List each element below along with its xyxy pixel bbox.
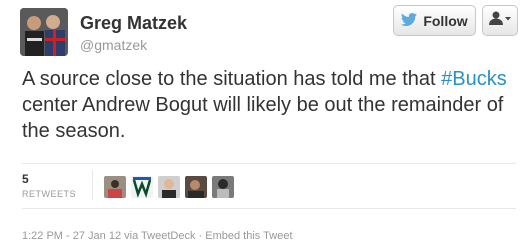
tweet-footer: 1:22 PM - 27 Jan 12 via TweetDeck · Embe…	[22, 230, 293, 242]
twitter-bird-icon	[401, 12, 418, 29]
retweeter-avatar[interactable]	[104, 176, 126, 198]
hashtag-link[interactable]: #Bucks	[441, 68, 507, 90]
via-prefix: via	[124, 230, 142, 242]
tweet-text: A source close to the situation has told…	[22, 66, 512, 144]
stats-bottom-divider	[22, 208, 516, 209]
user-actions-dropdown[interactable]	[482, 5, 518, 36]
retweeter-avatars	[104, 176, 234, 198]
stats-top-divider	[22, 163, 516, 164]
tweet-text-after: center Andrew Bogut will likely be out t…	[22, 94, 504, 142]
tweet-text-before: A source close to the situation has told…	[22, 68, 442, 90]
retweeter-avatar[interactable]	[131, 176, 153, 198]
retweeter-avatar[interactable]	[158, 176, 180, 198]
retweet-count[interactable]: 5	[22, 172, 29, 186]
retweet-label[interactable]: RETWEETS	[22, 189, 76, 199]
follow-button[interactable]: Follow	[393, 5, 476, 36]
user-handle[interactable]: @gmatzek	[80, 37, 147, 53]
follow-button-label: Follow	[423, 12, 468, 29]
client-link[interactable]: TweetDeck	[141, 230, 195, 242]
user-display-name[interactable]: Greg Matzek	[80, 13, 187, 34]
tweet-timestamp[interactable]: 1:22 PM - 27 Jan 12	[22, 230, 121, 242]
retweeter-avatar[interactable]	[212, 176, 234, 198]
user-dropdown-icon	[489, 11, 511, 30]
profile-avatar[interactable]	[20, 8, 68, 56]
retweeter-avatar[interactable]	[185, 176, 207, 198]
stats-vertical-divider	[92, 170, 93, 200]
footer-separator: ·	[198, 230, 203, 242]
embed-tweet-link[interactable]: Embed this Tweet	[205, 230, 292, 242]
